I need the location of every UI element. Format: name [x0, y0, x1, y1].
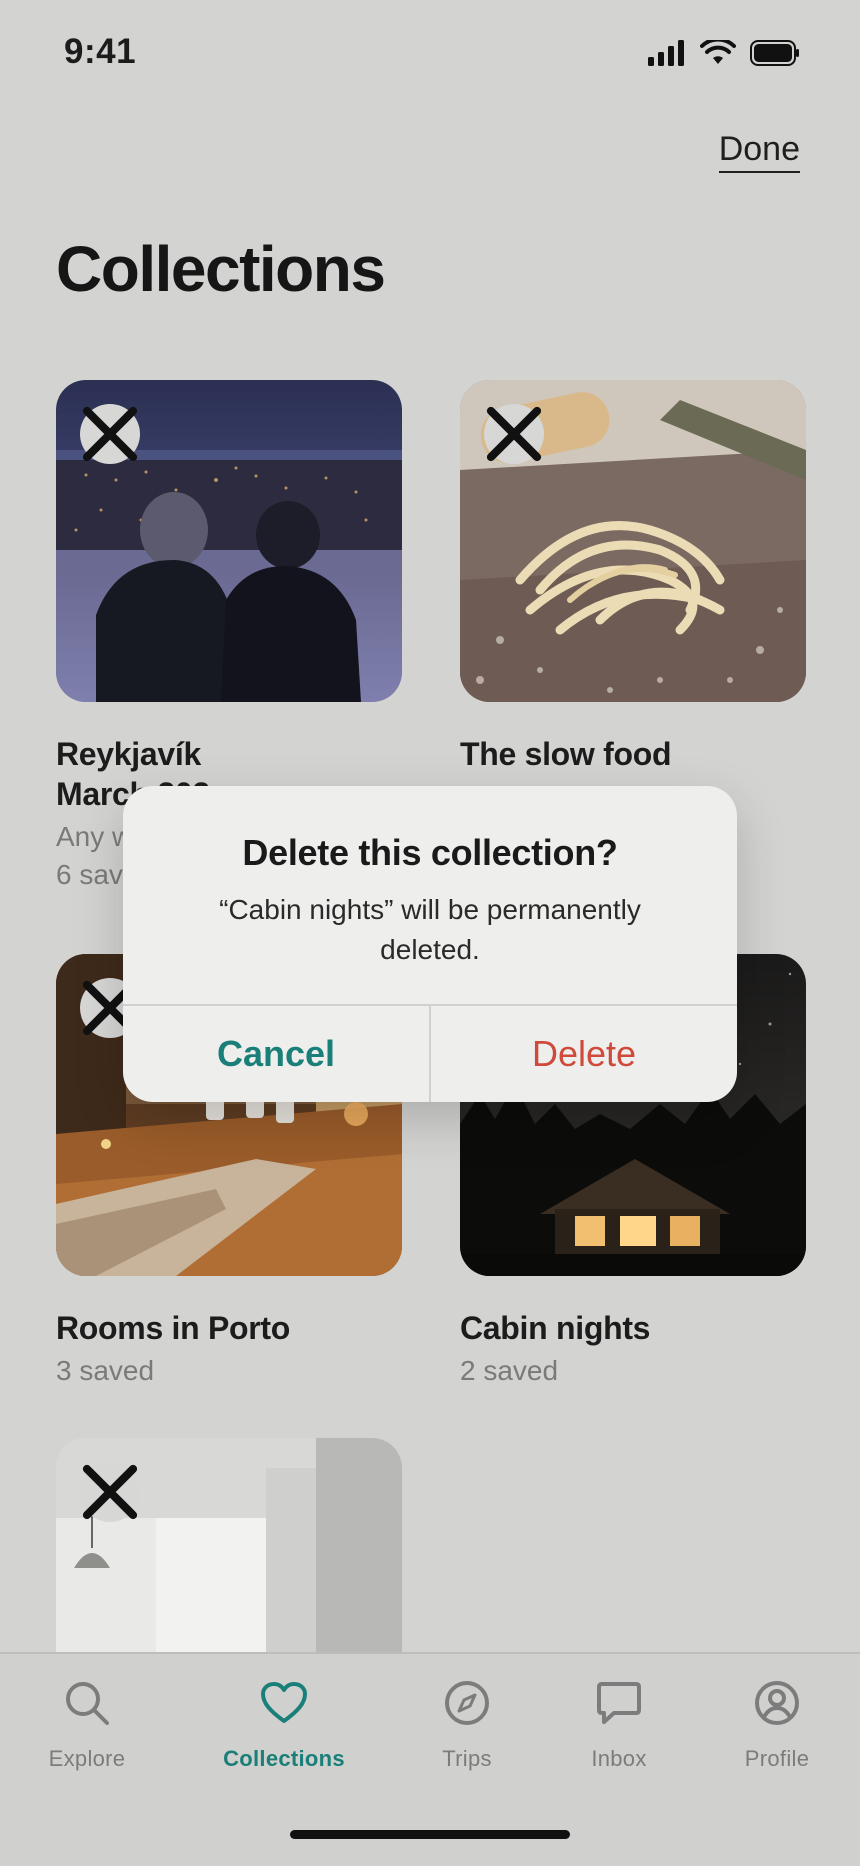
status-time: 9:41 — [64, 32, 137, 71]
page-title: Collections — [56, 233, 386, 305]
collection-title-line: Reykjavík — [56, 736, 201, 772]
collection-count: 3 saved — [56, 1355, 155, 1386]
tab-label: Inbox — [591, 1746, 647, 1771]
tab-trips[interactable]: Trips — [392, 1674, 542, 1772]
tab-label: Collections — [223, 1746, 345, 1771]
search-icon — [66, 1682, 109, 1725]
collection-title: Rooms in Porto — [56, 1310, 291, 1346]
home-indicator — [290, 1830, 570, 1839]
collection-count: 2 saved — [460, 1355, 559, 1386]
collection-title: The slow food — [460, 736, 672, 772]
tab-label: Profile — [744, 1746, 810, 1771]
tab-profile[interactable]: Profile — [702, 1674, 852, 1772]
delete-button[interactable]: Delete — [431, 1006, 737, 1102]
remove-collection-button[interactable] — [80, 404, 140, 464]
compass-icon — [445, 1681, 489, 1725]
collection-thumbnail[interactable] — [460, 380, 806, 702]
collection-title: Cabin nights — [460, 1310, 651, 1346]
dialog-message: “Cabin nights” will be permanently delet… — [219, 894, 641, 965]
tab-label: Trips — [442, 1746, 492, 1771]
tab-explore[interactable]: Explore — [12, 1674, 162, 1772]
heart-icon — [261, 1682, 307, 1723]
collection-thumbnail[interactable] — [56, 380, 402, 702]
delete-confirmation-dialog: Delete this collection? “Cabin nights” w… — [123, 786, 737, 1102]
status-icons — [648, 40, 800, 66]
close-icon — [82, 406, 138, 462]
done-button[interactable]: Done — [718, 130, 800, 173]
tab-collections[interactable]: Collections — [209, 1674, 359, 1772]
battery-icon — [750, 40, 799, 66]
tab-inbox[interactable]: Inbox — [544, 1674, 694, 1772]
signal-icon — [648, 40, 684, 66]
remove-collection-button[interactable] — [80, 1462, 140, 1522]
remove-collection-button[interactable] — [484, 404, 544, 464]
collection-card-slow-food[interactable]: The slow food — [460, 380, 806, 774]
tab-label: Explore — [48, 1746, 126, 1771]
close-icon — [486, 406, 542, 462]
close-icon — [82, 1464, 138, 1520]
chat-bubble-icon — [597, 1682, 641, 1724]
profile-icon — [755, 1681, 799, 1725]
dialog-title: Delete this collection? — [242, 832, 618, 873]
cancel-button[interactable]: Cancel — [123, 1006, 429, 1102]
wifi-icon — [700, 40, 736, 64]
